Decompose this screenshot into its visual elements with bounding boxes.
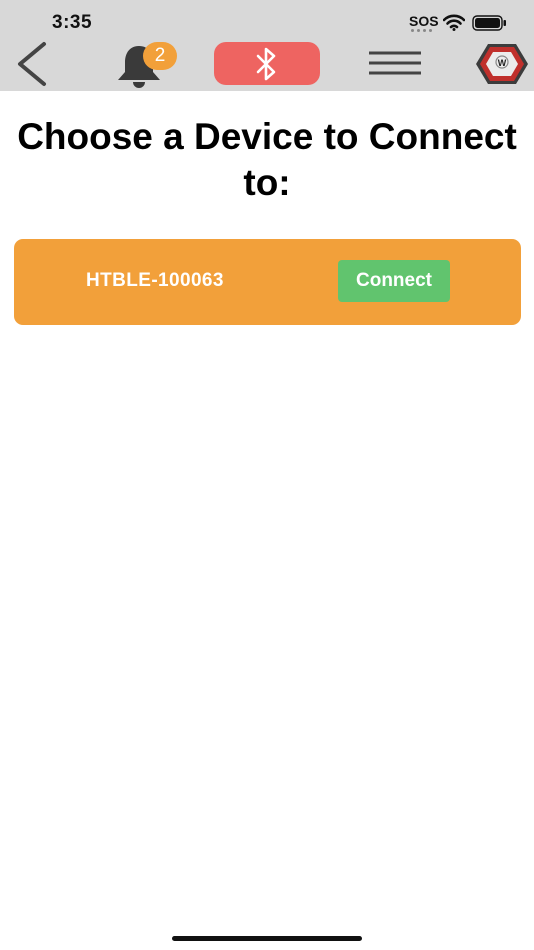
sos-indicator: SOS [409, 13, 439, 29]
top-bar: 3:35 SOS 2 W [0, 0, 534, 91]
bluetooth-icon [256, 47, 276, 80]
wifi-icon [443, 14, 465, 31]
device-list-item: HTBLE-100063 Connect [14, 239, 521, 325]
chevron-left-icon[interactable] [14, 40, 54, 88]
device-name: HTBLE-100063 [86, 270, 224, 291]
connect-button[interactable]: Connect [338, 260, 450, 302]
logo-letter: W [498, 58, 507, 68]
notification-badge: 2 [143, 42, 177, 70]
signal-dots [411, 29, 433, 32]
status-time: 3:35 [52, 12, 93, 33]
brand-logo[interactable]: W [474, 42, 530, 86]
bluetooth-button[interactable] [214, 42, 320, 85]
battery-icon [472, 15, 506, 31]
home-indicator[interactable] [172, 936, 362, 941]
hamburger-menu-icon[interactable] [368, 50, 422, 78]
page-title: Choose a Device to Connect to: [17, 116, 517, 203]
